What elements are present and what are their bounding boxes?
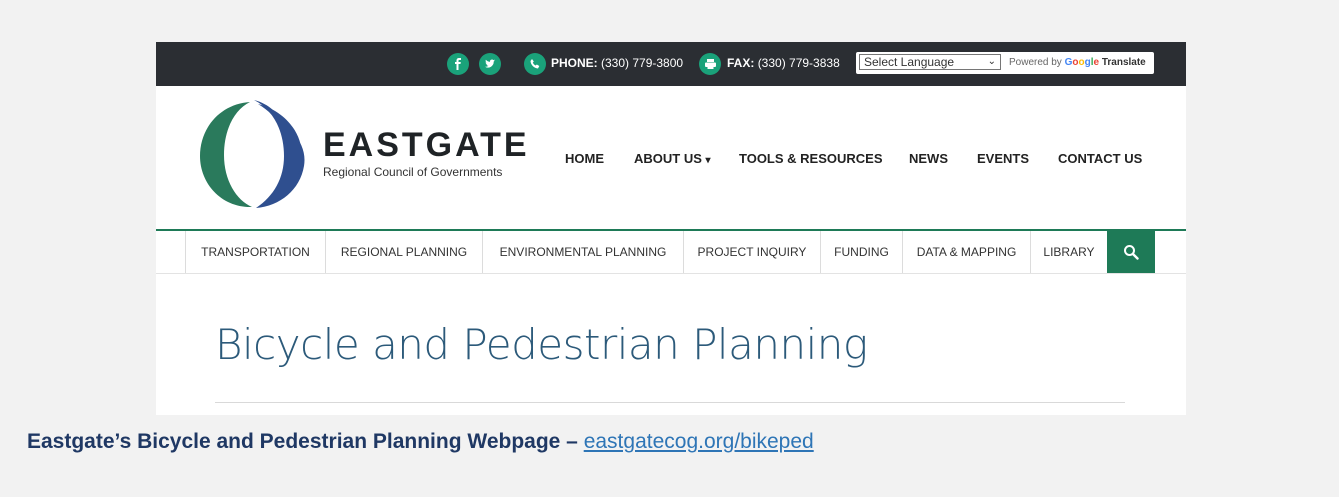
translate-label: Translate [1101, 57, 1146, 68]
powered-by-google[interactable]: Powered by Google Translate [1009, 57, 1146, 68]
fax-value: (330) 779-3838 [757, 56, 840, 70]
divider [215, 402, 1125, 403]
top-bar: PHONE: (330) 779-3800 FAX: (330) 779-383… [156, 42, 1186, 86]
subnav-environmental-planning[interactable]: ENVIRONMENTAL PLANNING [482, 231, 683, 273]
search-button[interactable] [1107, 231, 1155, 273]
caption-text: Eastgate’s Bicycle and Pedestrian Planni… [27, 430, 578, 453]
nav-about-us[interactable]: ABOUT US ▾ [634, 151, 711, 166]
facebook-icon[interactable] [447, 53, 469, 75]
search-icon [1124, 245, 1139, 260]
nav-contact-us[interactable]: CONTACT US [1058, 151, 1142, 166]
fax-text: FAX: (330) 779-3838 [727, 56, 840, 70]
fax-label: FAX: [727, 56, 755, 70]
logo-subtitle: Regional Council of Governments [323, 165, 503, 179]
logo-name[interactable]: EASTGATE [323, 128, 530, 162]
figure-caption: Eastgate’s Bicycle and Pedestrian Planni… [27, 430, 814, 454]
subnav-data-mapping[interactable]: DATA & MAPPING [902, 231, 1030, 273]
page-title: Bicycle and Pedestrian Planning [215, 320, 868, 369]
phone-text: PHONE: (330) 779-3800 [551, 56, 683, 70]
caret-down-icon: ▾ [705, 155, 711, 166]
phone-icon [524, 53, 546, 75]
language-select-value: Select Language [864, 55, 955, 69]
nav-about-us-label: ABOUT US [634, 151, 702, 166]
phone-value[interactable]: (330) 779-3800 [601, 56, 683, 70]
subnav-funding[interactable]: FUNDING [820, 231, 902, 273]
google-letter: e [1093, 57, 1100, 68]
powered-by-label: Powered by [1009, 57, 1062, 68]
fax-icon [699, 53, 721, 75]
eastgate-logo-icon[interactable] [198, 100, 306, 210]
subnav-regional-planning[interactable]: REGIONAL PLANNING [325, 231, 482, 273]
subnav-project-inquiry[interactable]: PROJECT INQUIRY [683, 231, 820, 273]
chevron-down-icon: ⌄ [987, 56, 996, 67]
google-translate-widget: Select Language ⌄ Powered by Google Tran… [856, 52, 1154, 74]
sub-navigation: TRANSPORTATION REGIONAL PLANNING ENVIRON… [185, 231, 1155, 273]
caption-link[interactable]: eastgatecog.org/bikeped [584, 430, 814, 453]
twitter-icon[interactable] [479, 53, 501, 75]
nav-news[interactable]: NEWS [909, 151, 948, 166]
phone-label: PHONE: [551, 56, 598, 70]
language-select[interactable]: Select Language ⌄ [859, 54, 1001, 70]
nav-tools-resources[interactable]: TOOLS & RESOURCES [739, 151, 883, 166]
subnav-library[interactable]: LIBRARY [1030, 231, 1107, 273]
subnav-transportation[interactable]: TRANSPORTATION [185, 231, 325, 273]
divider [156, 273, 1186, 274]
website-screenshot: PHONE: (330) 779-3800 FAX: (330) 779-383… [156, 42, 1186, 415]
nav-home[interactable]: HOME [565, 151, 604, 166]
nav-events[interactable]: EVENTS [977, 151, 1029, 166]
